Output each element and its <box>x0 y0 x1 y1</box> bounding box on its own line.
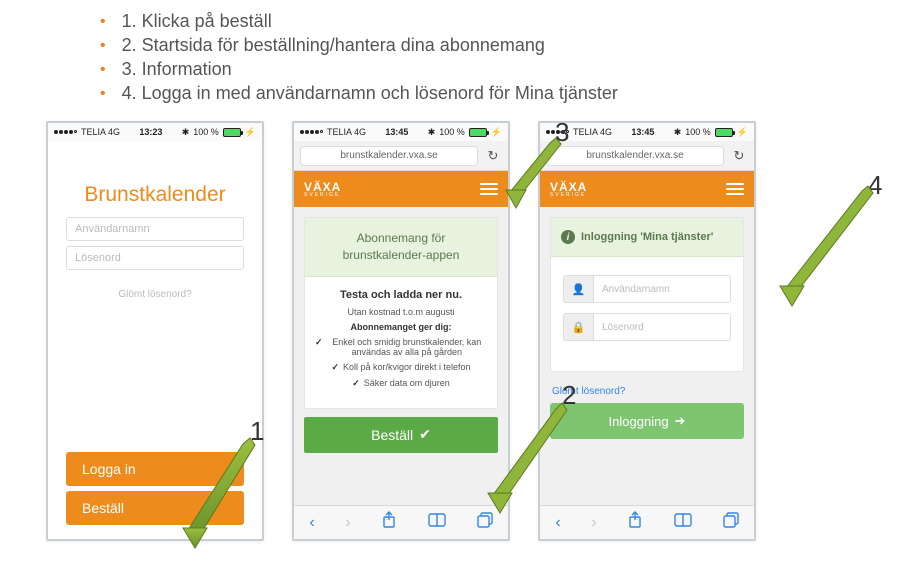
password-input-group: 🔒 Lösenord <box>563 313 731 341</box>
bookmarks-icon[interactable] <box>674 513 692 532</box>
username-input-group: 👤 Användarnamn <box>563 275 731 303</box>
order-button[interactable]: Beställ✔ <box>304 417 498 453</box>
subscription-card: Abonnemang förbrunstkalender-appen Testa… <box>304 217 498 409</box>
battery-icon <box>223 128 241 137</box>
charging-icon: ⚡ <box>245 127 256 138</box>
status-bar: TELIA 4G 13:45 ✱ 100 % ⚡ <box>294 123 508 141</box>
status-bar: TELIA 4G 13:45 ✱ 100 % ⚡ <box>540 123 754 141</box>
carrier-label: TELIA 4G <box>573 127 612 137</box>
phone-2: TELIA 4G 13:45 ✱ 100 % ⚡ brunstkalender.… <box>292 121 510 541</box>
clock: 13:45 <box>631 127 654 137</box>
signal-dots-icon <box>54 130 77 134</box>
share-icon[interactable] <box>381 511 397 534</box>
password-input[interactable]: Lösenord <box>66 246 244 270</box>
info-icon: i <box>561 230 575 244</box>
bullet-text: 3. Information <box>122 59 232 80</box>
vaxa-logo: VÄXASVERIGE <box>304 181 341 198</box>
tabs-icon[interactable] <box>723 512 739 533</box>
feature-item: Koll på kor/kvigor direkt i telefon <box>315 362 487 373</box>
battery-label: 100 % <box>685 127 711 137</box>
browser-address-bar: brunstkalender.vxa.se ↻ <box>540 141 754 171</box>
tabs-icon[interactable] <box>477 512 493 533</box>
browser-address-bar: brunstkalender.vxa.se ↻ <box>294 141 508 171</box>
charging-icon: ⚡ <box>491 127 502 138</box>
safari-toolbar: ‹ › <box>294 505 508 539</box>
feature-item: Enkel och smidig brunstkalender, kan anv… <box>315 337 487 357</box>
hamburger-menu-icon[interactable] <box>726 183 744 195</box>
hamburger-menu-icon[interactable] <box>480 183 498 195</box>
login-card: i Inloggning 'Mina tjänster' 👤 Användarn… <box>550 217 744 372</box>
back-icon[interactable]: ‹ <box>309 514 314 532</box>
bullet-text: 1. Klicka på beställ <box>122 11 272 32</box>
charging-icon: ⚡ <box>737 127 748 138</box>
gives-text: Abonnemanget ger dig: <box>315 322 487 332</box>
nocost-text: Utan kostnad t.o.m augusti <box>315 307 487 317</box>
vaxa-logo: VÄXASVERIGE <box>550 181 587 198</box>
bullet-text: 4. Logga in med användarnamn och lösenor… <box>122 83 618 104</box>
carrier-label: TELIA 4G <box>327 127 366 137</box>
bullet-item: •3. Information <box>100 59 909 80</box>
clock: 13:23 <box>139 127 162 137</box>
annotation-number-3: 3 <box>555 117 569 148</box>
user-icon: 👤 <box>563 275 593 303</box>
battery-label: 100 % <box>439 127 465 137</box>
forgot-password-link[interactable]: Glömt lösenord? <box>552 386 744 397</box>
bluetooth-icon: ✱ <box>182 127 190 138</box>
forgot-password-link[interactable]: Glömt lösenord? <box>118 289 191 300</box>
password-input[interactable]: Lösenord <box>593 313 731 341</box>
login-button[interactable]: Logga in <box>66 452 244 486</box>
phone-1: TELIA 4G 13:23 ✱ 100 % ⚡ Brunstkalender … <box>46 121 264 541</box>
test-headline: Testa och ladda ner nu. <box>315 289 487 301</box>
bullet-item: •2. Startsida för beställning/hantera di… <box>100 35 909 56</box>
site-header: VÄXASVERIGE <box>294 171 508 207</box>
forward-icon[interactable]: › <box>591 514 596 532</box>
phone-3: TELIA 4G 13:45 ✱ 100 % ⚡ brunstkalender.… <box>538 121 756 541</box>
reload-icon[interactable]: ↻ <box>730 148 748 164</box>
feature-item: Säker data om djuren <box>315 378 487 389</box>
instruction-list: •1. Klicka på beställ •2. Startsida för … <box>0 0 909 104</box>
url-field[interactable]: brunstkalender.vxa.se <box>546 146 724 166</box>
bullet-item: •1. Klicka på beställ <box>100 11 909 32</box>
share-icon[interactable] <box>627 511 643 534</box>
back-icon[interactable]: ‹ <box>555 514 560 532</box>
safari-toolbar: ‹ › <box>540 505 754 539</box>
username-input[interactable]: Användarnamn <box>593 275 731 303</box>
annotation-number-4: 4 <box>868 170 882 201</box>
battery-label: 100 % <box>193 127 219 137</box>
bullet-item: •4. Logga in med användarnamn och löseno… <box>100 83 909 104</box>
login-button[interactable]: Inloggning➜ <box>550 403 744 439</box>
username-input[interactable]: Användarnamn <box>66 217 244 241</box>
lock-icon: 🔒 <box>563 313 593 341</box>
url-field[interactable]: brunstkalender.vxa.se <box>300 146 478 166</box>
card-header: Abonnemang förbrunstkalender-appen <box>305 218 497 277</box>
app-title: Brunstkalender <box>84 183 225 207</box>
reload-icon[interactable]: ↻ <box>484 148 502 164</box>
check-icon: ✔ <box>419 426 431 443</box>
clock: 13:45 <box>385 127 408 137</box>
arrow-right-icon: ➜ <box>675 413 686 429</box>
annotation-number-2: 2 <box>562 380 576 411</box>
card-header: i Inloggning 'Mina tjänster' <box>551 218 743 257</box>
order-button[interactable]: Beställ <box>66 491 244 525</box>
annotation-number-1: 1 <box>250 416 264 447</box>
bullet-text: 2. Startsida för beställning/hantera din… <box>122 35 545 56</box>
forward-icon[interactable]: › <box>345 514 350 532</box>
site-header: VÄXASVERIGE <box>540 171 754 207</box>
bookmarks-icon[interactable] <box>428 513 446 532</box>
signal-dots-icon <box>300 130 323 134</box>
battery-icon <box>715 128 733 137</box>
carrier-label: TELIA 4G <box>81 127 120 137</box>
status-bar: TELIA 4G 13:23 ✱ 100 % ⚡ <box>48 123 262 141</box>
battery-icon <box>469 128 487 137</box>
bluetooth-icon: ✱ <box>428 127 436 138</box>
bluetooth-icon: ✱ <box>674 127 682 138</box>
